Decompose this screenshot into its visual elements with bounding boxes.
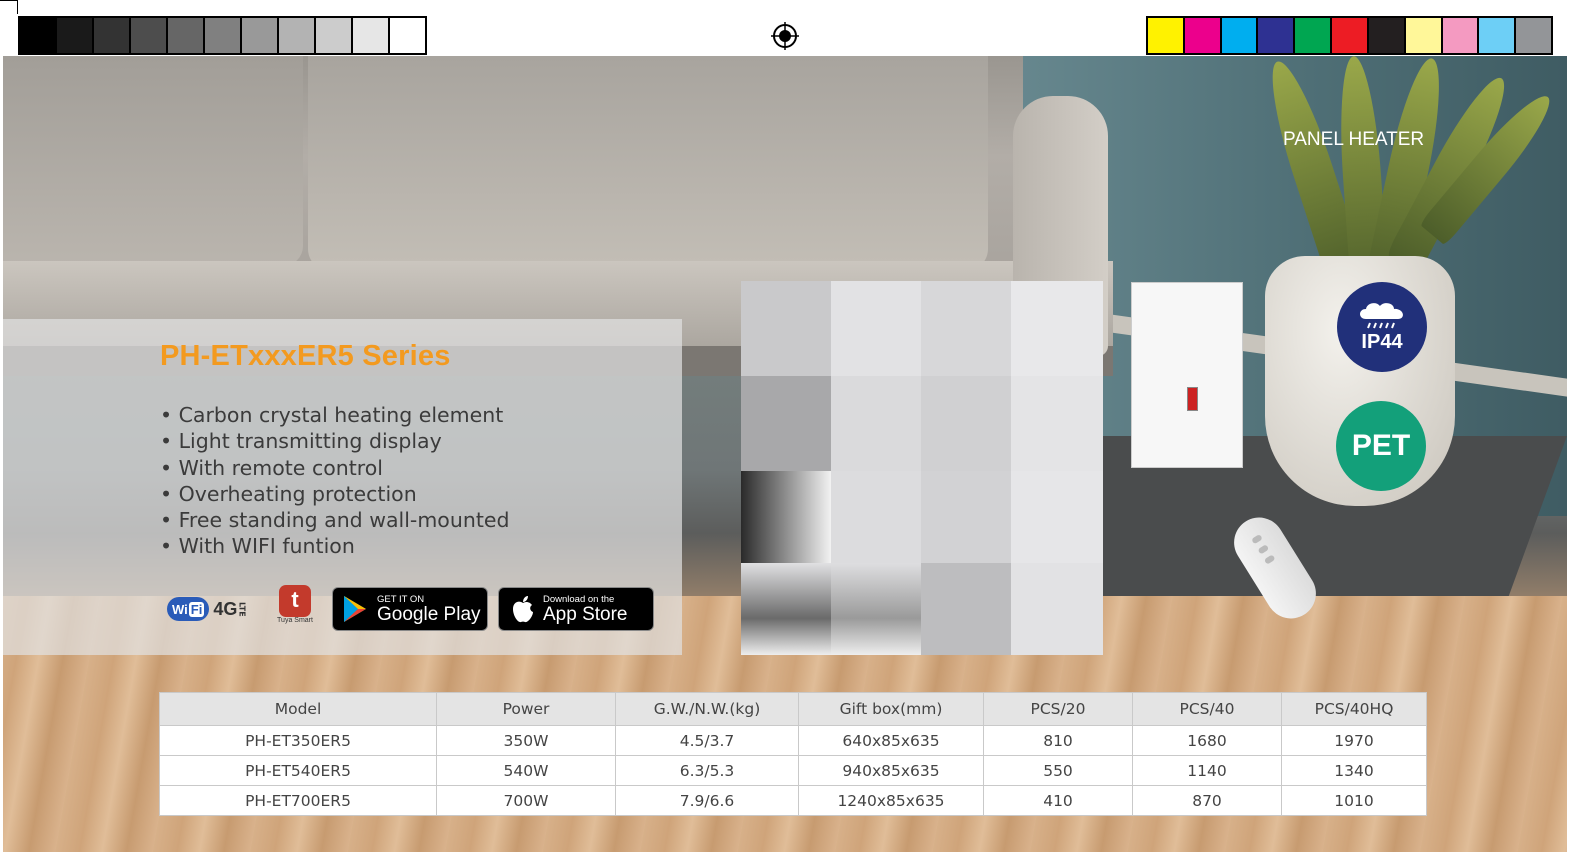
heater-side-view-image: [1131, 282, 1243, 468]
google-play-small-text: GET IT ON: [377, 593, 425, 605]
pet-badge: PET: [1336, 401, 1426, 491]
google-play-text: Google Play: [377, 603, 481, 625]
lte-label: LTE: [237, 601, 247, 617]
apple-icon: [513, 596, 533, 623]
table-row: PH-ET350ER5 350W 4.5/3.7 640x85x635 810 …: [159, 725, 1427, 756]
table-cell: 540W: [436, 755, 616, 786]
power-switch: [1187, 387, 1198, 411]
crop-mark: [17, 0, 18, 14]
table-cell: 940x85x635: [798, 755, 984, 786]
ip44-badge: IP44: [1337, 282, 1427, 372]
feature-item: Free standing and wall-mounted: [160, 507, 510, 533]
gray-swatch: [20, 18, 57, 53]
google-play-icon: [344, 596, 366, 622]
column-header: PCS/40HQ: [1281, 692, 1427, 726]
table-cell: 410: [983, 785, 1133, 816]
color-calibration-strip: [1146, 16, 1553, 55]
wifi-icon: Wi Fi: [167, 597, 210, 621]
color-swatch: [1516, 18, 1551, 53]
table-row: PH-ET540ER5 540W 6.3/5.3 940x85x635 550 …: [159, 755, 1427, 786]
table-cell: 1970: [1281, 725, 1427, 756]
heater-product-image: [741, 281, 1103, 655]
feature-item: Overheating protection: [160, 481, 510, 507]
table-cell: PH-ET700ER5: [159, 785, 437, 816]
table-cell: 550: [983, 755, 1133, 786]
color-swatch: [1148, 18, 1185, 53]
gray-swatch: [316, 18, 353, 53]
color-swatch: [1295, 18, 1333, 53]
color-swatch: [1442, 18, 1480, 53]
table-cell: 7.9/6.6: [615, 785, 799, 816]
column-header: Model: [159, 692, 437, 726]
google-play-badge[interactable]: GET IT ON Google Play: [332, 587, 488, 631]
gray-swatch: [94, 18, 131, 53]
tuya-label: Tuya Smart: [277, 617, 313, 624]
feature-item: With remote control: [160, 455, 510, 481]
table-cell: PH-ET350ER5: [159, 725, 437, 756]
gray-swatch: [242, 18, 279, 53]
app-store-badge[interactable]: Download on the App Store: [498, 587, 654, 631]
connectivity-row: Wi Fi 4G LTE t Tuya Smart GET IT ON Goog…: [167, 585, 654, 633]
table-cell: 810: [983, 725, 1133, 756]
column-header: G.W./N.W.(kg): [615, 692, 799, 726]
rain-cloud-icon: [1360, 302, 1403, 328]
color-swatch: [1479, 18, 1517, 53]
color-swatch: [1184, 18, 1222, 53]
gray-swatch: [390, 18, 425, 53]
feature-item: With WIFI funtion: [160, 533, 510, 559]
gray-swatch: [57, 18, 94, 53]
category-label: PANEL HEATER: [1283, 129, 1425, 150]
column-header: PCS/40: [1132, 692, 1282, 726]
crop-mark: [0, 0, 18, 1]
color-swatch: [1332, 18, 1369, 53]
column-header: Gift box(mm): [798, 692, 984, 726]
gray-swatch: [279, 18, 316, 53]
gray-swatch: [168, 18, 205, 53]
spec-table: Model Power G.W./N.W.(kg) Gift box(mm) P…: [159, 692, 1427, 816]
gray-swatch: [205, 18, 242, 53]
table-header-row: Model Power G.W./N.W.(kg) Gift box(mm) P…: [159, 692, 1427, 726]
sofa-cushion: [308, 56, 988, 271]
feature-item: Light transmitting display: [160, 428, 510, 454]
registration-mark-icon: [771, 22, 799, 50]
color-swatch: [1221, 18, 1259, 53]
column-header: PCS/20: [983, 692, 1133, 726]
color-swatch: [1258, 18, 1296, 53]
table-cell: 1680: [1132, 725, 1282, 756]
sofa-cushion: [3, 56, 303, 266]
column-header: Power: [436, 692, 616, 726]
table-cell: 1140: [1132, 755, 1282, 786]
tuya-icon: t: [279, 585, 311, 617]
series-title: PH-ETxxxER5 Series: [160, 340, 451, 372]
table-cell: 6.3/5.3: [615, 755, 799, 786]
ip-rating-text: IP44: [1361, 330, 1403, 353]
table-cell: 640x85x635: [798, 725, 984, 756]
table-cell: 350W: [436, 725, 616, 756]
table-cell: 700W: [436, 785, 616, 816]
table-cell: 1010: [1281, 785, 1427, 816]
feature-item: Carbon crystal heating element: [160, 402, 510, 428]
table-cell: 1340: [1281, 755, 1427, 786]
table-cell: PH-ET540ER5: [159, 755, 437, 786]
tuya-smart-logo: t Tuya Smart: [275, 585, 315, 630]
app-store-small-text: Download on the: [543, 593, 615, 605]
feature-list: Carbon crystal heating element Light tra…: [160, 402, 510, 560]
color-swatch: [1405, 18, 1443, 53]
4g-icon: 4G: [213, 598, 238, 619]
table-cell: 4.5/3.7: [615, 725, 799, 756]
table-cell: 1240x85x635: [798, 785, 984, 816]
table-cell: 870: [1132, 785, 1282, 816]
gray-swatch: [353, 18, 390, 53]
gray-swatch: [131, 18, 168, 53]
app-store-text: App Store: [543, 603, 628, 625]
color-swatch: [1368, 18, 1406, 53]
grayscale-calibration-strip: [18, 16, 427, 55]
table-row: PH-ET700ER5 700W 7.9/6.6 1240x85x635 410…: [159, 785, 1427, 816]
